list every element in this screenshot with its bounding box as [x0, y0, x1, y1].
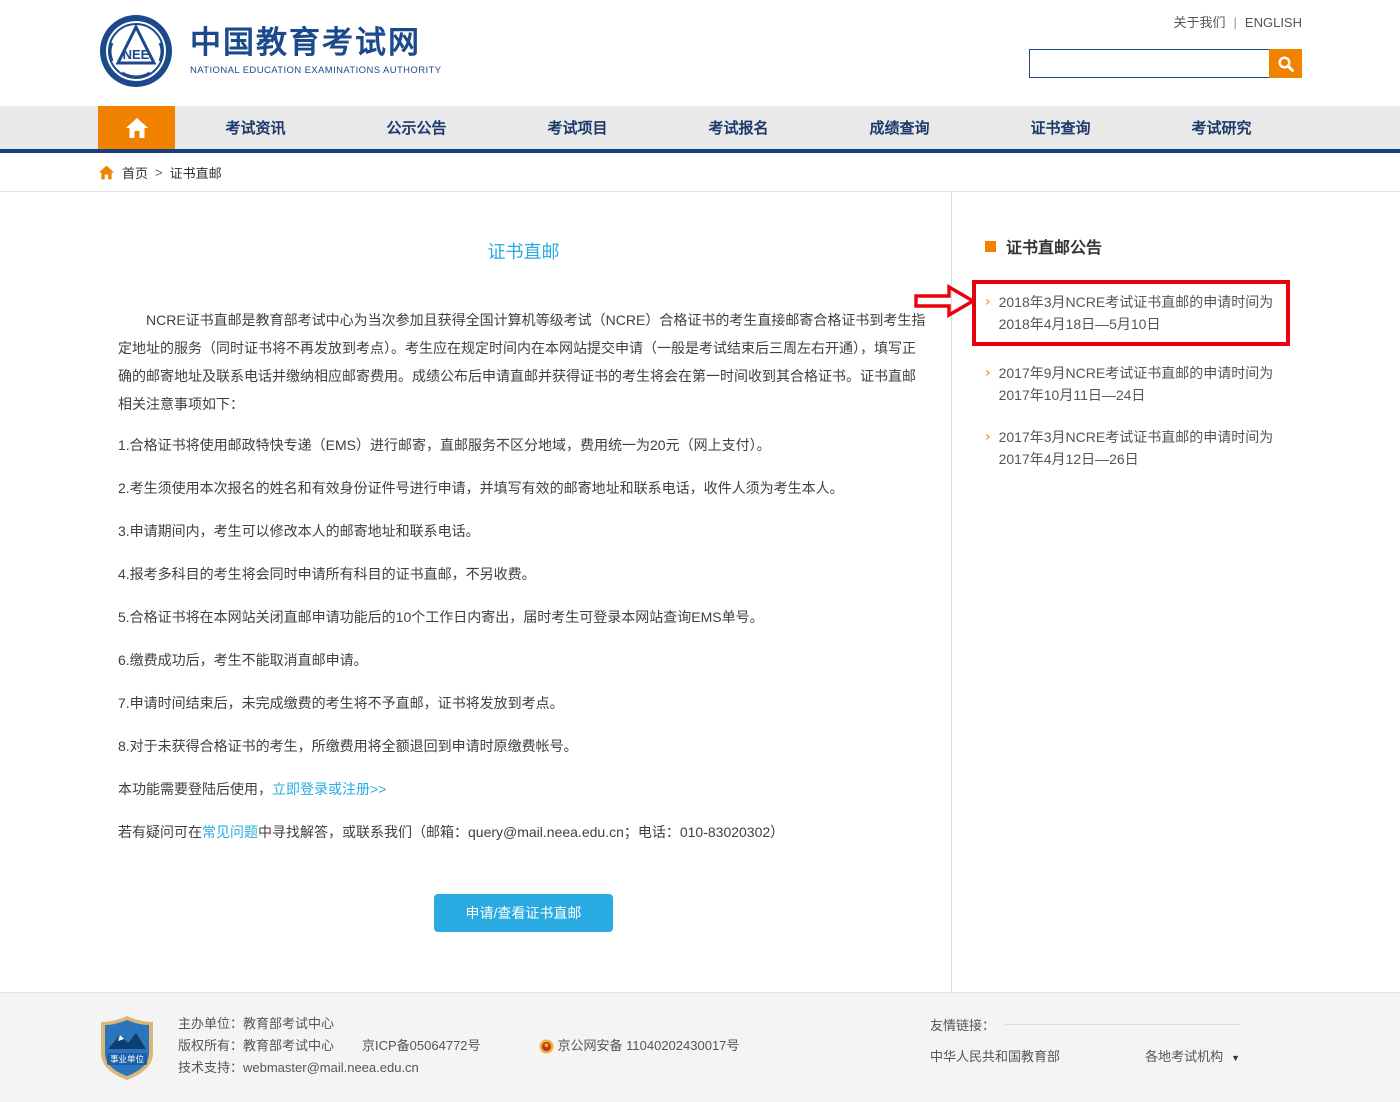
- note-item-2: 2.考生须使用本次报名的姓名和有效身份证件号进行申请，并填写有效的邮寄地址和联系…: [118, 474, 929, 502]
- announcement-text: 2017年3月NCRE考试证书直邮的申请时间为2017年4月12日—26日: [999, 426, 1302, 470]
- annotation-arrow-icon: [913, 284, 977, 318]
- about-us-link[interactable]: 关于我们: [1174, 15, 1226, 30]
- login-line: 本功能需要登陆后使用，立即登录或注册>>: [118, 775, 929, 803]
- contact-suffix: 中寻找解答，或联系我们（邮箱：query@mail.neea.edu.cn；电话…: [258, 824, 784, 840]
- breadcrumb-bar: 首页 > 证书直邮: [0, 153, 1400, 192]
- dropdown-arrow-icon: ▼: [1231, 1053, 1240, 1063]
- login-prompt: 本功能需要登陆后使用，: [118, 781, 272, 797]
- icp-number-link[interactable]: 京ICP备05064772号: [362, 1035, 481, 1057]
- note-item-5: 5.合格证书将在本网站关闭直邮申请功能后的10个工作日内寄出，届时考生可登录本网…: [118, 603, 929, 631]
- footer-organizer: 主办单位：教育部考试中心: [178, 1013, 739, 1035]
- caret-icon: ›: [985, 426, 991, 470]
- breadcrumb: 首页 > 证书直邮: [98, 153, 1302, 191]
- site-header: NEE 中国教育考试网 NATIONAL EDUCATION EXAMINATI…: [0, 0, 1400, 106]
- highlight-red-box: › 2018年3月NCRE考试证书直邮的申请时间为2018年4月18日—5月10…: [972, 280, 1290, 346]
- nav-item-certificate-query[interactable]: 证书查询: [980, 106, 1141, 149]
- breadcrumb-home-link[interactable]: 首页: [122, 163, 148, 182]
- note-item-3: 3.申请期间内，考生可以修改本人的邮寄地址和联系电话。: [118, 517, 929, 545]
- nav-item-exam-news[interactable]: 考试资讯: [175, 106, 336, 149]
- nav-item-public-notices[interactable]: 公示公告: [336, 106, 497, 149]
- institution-badge-icon: 事业单位: [100, 1015, 154, 1081]
- announcement-text: 2018年3月NCRE考试证书直邮的申请时间为2018年4月18日—5月10日: [999, 291, 1280, 335]
- announcements-sidebar: 证书直邮公告 › 2018年3月NCRE考试证书直邮的申请时间为2018年4月1…: [952, 192, 1302, 992]
- site-subtitle: NATIONAL EDUCATION EXAMINATIONS AUTHORIT…: [190, 65, 441, 76]
- police-badge-icon: [539, 1039, 554, 1054]
- search-button[interactable]: [1269, 49, 1302, 78]
- contact-prefix: 若有疑问可在: [118, 824, 202, 840]
- intro-paragraph: NCRE证书直邮是教育部考试中心为当次参加且获得全国计算机等级考试（NCRE）合…: [118, 306, 929, 418]
- main-area: 证书直邮 NCRE证书直邮是教育部考试中心为当次参加且获得全国计算机等级考试（N…: [0, 192, 1400, 992]
- login-register-link[interactable]: 立即登录或注册>>: [272, 781, 386, 797]
- note-item-8: 8.对于未获得合格证书的考生，所缴费用将全额退回到申请时原缴费帐号。: [118, 732, 929, 760]
- badge-label: 事业单位: [110, 1054, 145, 1064]
- caret-icon: ›: [985, 291, 991, 335]
- breadcrumb-home-icon: [98, 165, 115, 180]
- site-search: [1029, 49, 1302, 78]
- svg-text:NEE: NEE: [123, 47, 150, 62]
- note-item-4: 4.报考多科目的考生将会同时申请所有科目的证书直邮，不另收费。: [118, 560, 929, 588]
- footer-tech-support: 技术支持：webmaster@mail.neea.edu.cn: [178, 1057, 739, 1079]
- moe-link[interactable]: 中华人民共和国教育部: [930, 1046, 1060, 1065]
- police-record-link[interactable]: 京公网安备 11040202430017号: [539, 1035, 740, 1057]
- nav-item-score-query[interactable]: 成绩查询: [819, 106, 980, 149]
- announcement-text: 2017年9月NCRE考试证书直邮的申请时间为2017年10月11日—24日: [999, 362, 1302, 406]
- note-item-1: 1.合格证书将使用邮政特快专递（EMS）进行邮寄，直邮服务不区分地域，费用统一为…: [118, 431, 929, 459]
- apply-view-certificate-button[interactable]: 申请/查看证书直邮: [434, 894, 614, 932]
- search-input[interactable]: [1029, 49, 1269, 78]
- home-icon: [125, 117, 149, 139]
- contact-line: 若有疑问可在常见问题中寻找解答，或联系我们（邮箱：query@mail.neea…: [118, 818, 929, 846]
- nav-item-exam-research[interactable]: 考试研究: [1141, 106, 1302, 149]
- nav-home-button[interactable]: [98, 106, 175, 149]
- regional-agencies-dropdown[interactable]: 各地考试机构▼: [1145, 1046, 1240, 1065]
- nav-item-exam-programs[interactable]: 考试项目: [497, 106, 658, 149]
- faq-link[interactable]: 常见问题: [202, 824, 258, 840]
- site-logo[interactable]: NEE 中国教育考试网 NATIONAL EDUCATION EXAMINATI…: [98, 13, 441, 89]
- site-title: 中国教育考试网: [190, 26, 441, 60]
- friend-links-rule: [1005, 1024, 1240, 1025]
- sidebar-title: 证书直邮公告: [1006, 234, 1102, 258]
- breadcrumb-current: 证书直邮: [170, 163, 222, 182]
- note-item-6: 6.缴费成功后，考生不能取消直邮申请。: [118, 646, 929, 674]
- announcement-item-2017-09[interactable]: › 2017年9月NCRE考试证书直邮的申请时间为2017年10月11日—24日: [985, 362, 1302, 406]
- article-column: 证书直邮 NCRE证书直邮是教育部考试中心为当次参加且获得全国计算机等级考试（N…: [98, 192, 952, 992]
- note-item-7: 7.申请时间结束后，未完成缴费的考生将不予直邮，证书将发放到考点。: [118, 689, 929, 717]
- announcement-item-2017-03[interactable]: › 2017年3月NCRE考试证书直邮的申请时间为2017年4月12日—26日: [985, 426, 1302, 470]
- main-nav: 考试资讯 公示公告 考试项目 考试报名 成绩查询 证书查询 考试研究: [0, 106, 1400, 153]
- top-links-separator: |: [1234, 15, 1237, 30]
- footer-copyright: 版权所有：教育部考试中心: [178, 1035, 334, 1057]
- sidebar-title-row: 证书直邮公告: [985, 234, 1302, 258]
- neea-emblem-icon: NEE: [98, 13, 174, 89]
- friend-links-label: 友情链接：: [930, 1015, 995, 1034]
- breadcrumb-separator: >: [155, 165, 163, 180]
- caret-icon: ›: [985, 362, 991, 406]
- square-bullet-icon: [985, 241, 996, 252]
- announcement-item-2018-03[interactable]: › 2018年3月NCRE考试证书直邮的申请时间为2018年4月18日—5月10…: [985, 291, 1280, 335]
- english-link[interactable]: ENGLISH: [1245, 15, 1302, 30]
- site-footer: 事业单位 主办单位：教育部考试中心 版权所有：教育部考试中心 京ICP备0506…: [0, 992, 1400, 1102]
- search-icon: [1277, 55, 1295, 73]
- page-title: 证书直邮: [118, 238, 929, 264]
- nav-item-exam-registration[interactable]: 考试报名: [658, 106, 819, 149]
